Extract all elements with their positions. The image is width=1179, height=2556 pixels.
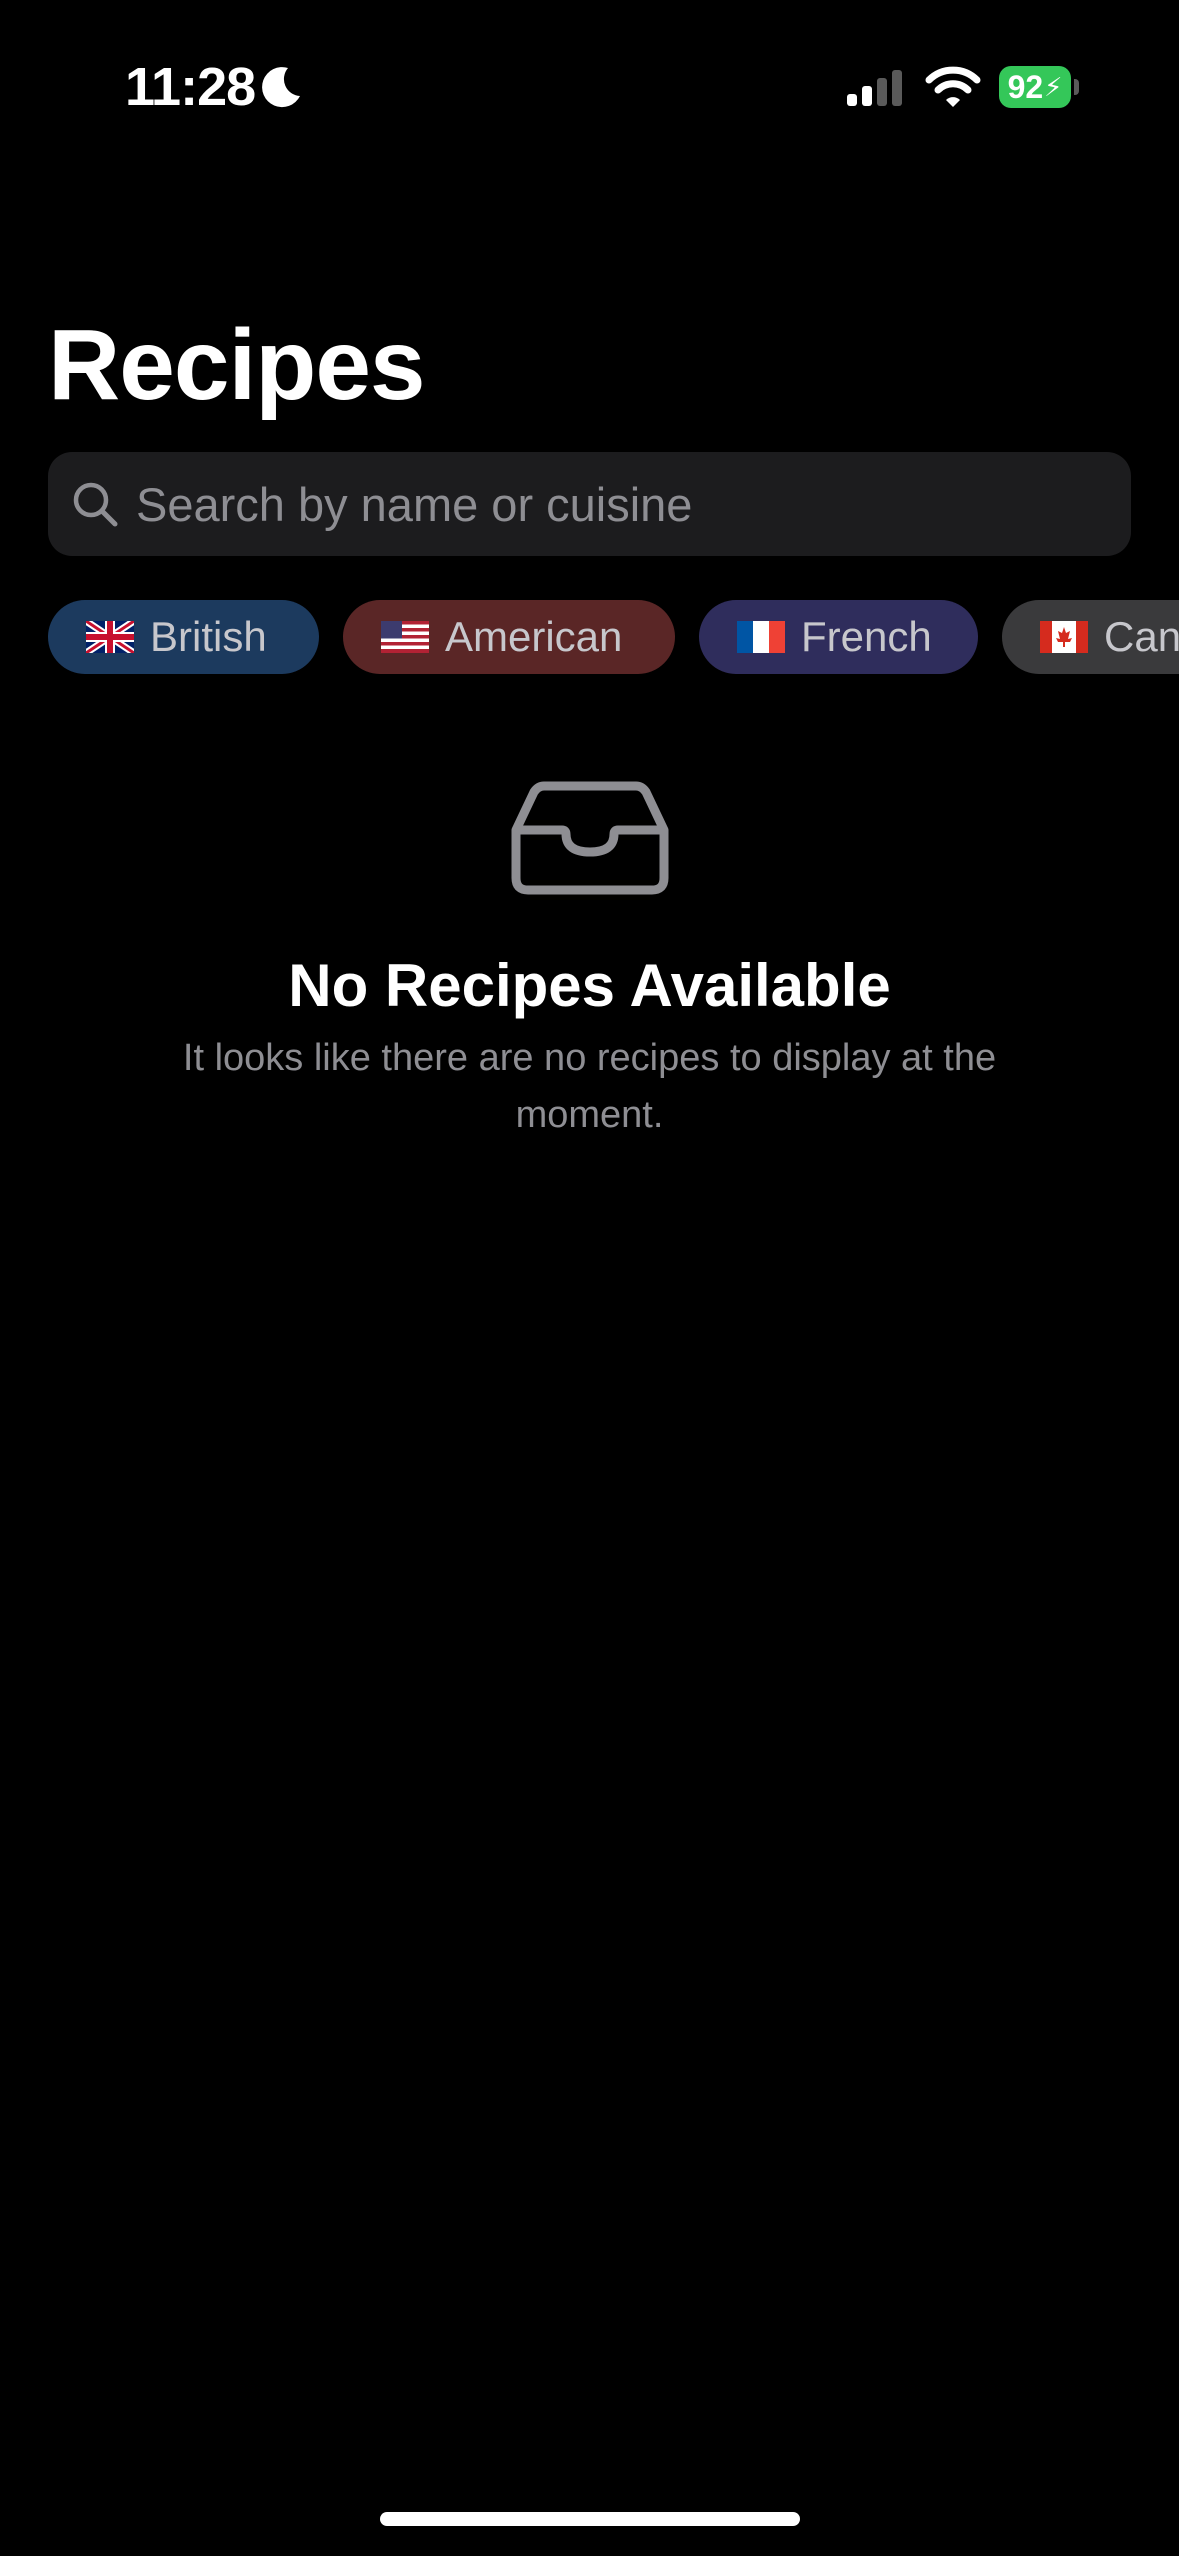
filter-chip-label: American [445, 613, 623, 660]
search-input[interactable] [136, 464, 1096, 544]
filter-chip-label: French [801, 613, 932, 660]
uk-flag-icon [86, 621, 134, 653]
empty-state-message: It looks like there are no recipes to di… [182, 1037, 997, 1136]
cellular-signal-icon [847, 70, 902, 106]
status-bar: 11:28 92 ⚡ [0, 0, 1179, 170]
moon-icon [262, 67, 300, 108]
charging-bolt-icon: ⚡ [1044, 71, 1063, 102]
filter-chip-label: British [150, 613, 267, 660]
battery-body: 92 ⚡ [999, 66, 1071, 108]
search-field[interactable] [48, 452, 1131, 556]
france-flag-icon [737, 621, 785, 653]
home-indicator[interactable] [380, 2512, 800, 2526]
cuisine-filter-row[interactable]: British American French Can [0, 600, 1179, 676]
filter-chip-british[interactable]: British [48, 600, 319, 674]
wifi-icon [925, 66, 981, 107]
battery-cap [1074, 79, 1079, 95]
filter-chip-french[interactable]: French [699, 600, 978, 674]
battery-indicator: 92 ⚡ [999, 66, 1079, 108]
empty-state-title: No Recipes Available [288, 952, 891, 1019]
canada-flag-icon [1040, 621, 1088, 653]
battery-level: 92 [1007, 68, 1044, 105]
filter-chip-american[interactable]: American [343, 600, 675, 674]
search-icon [73, 482, 118, 527]
page-title: Recipes [48, 309, 426, 421]
status-time: 11:28 [125, 57, 256, 117]
filter-chip-canadian[interactable]: Can [1002, 600, 1179, 674]
filter-chip-label: Can [1104, 613, 1179, 660]
us-flag-icon [381, 621, 429, 653]
tray-icon [511, 781, 669, 895]
